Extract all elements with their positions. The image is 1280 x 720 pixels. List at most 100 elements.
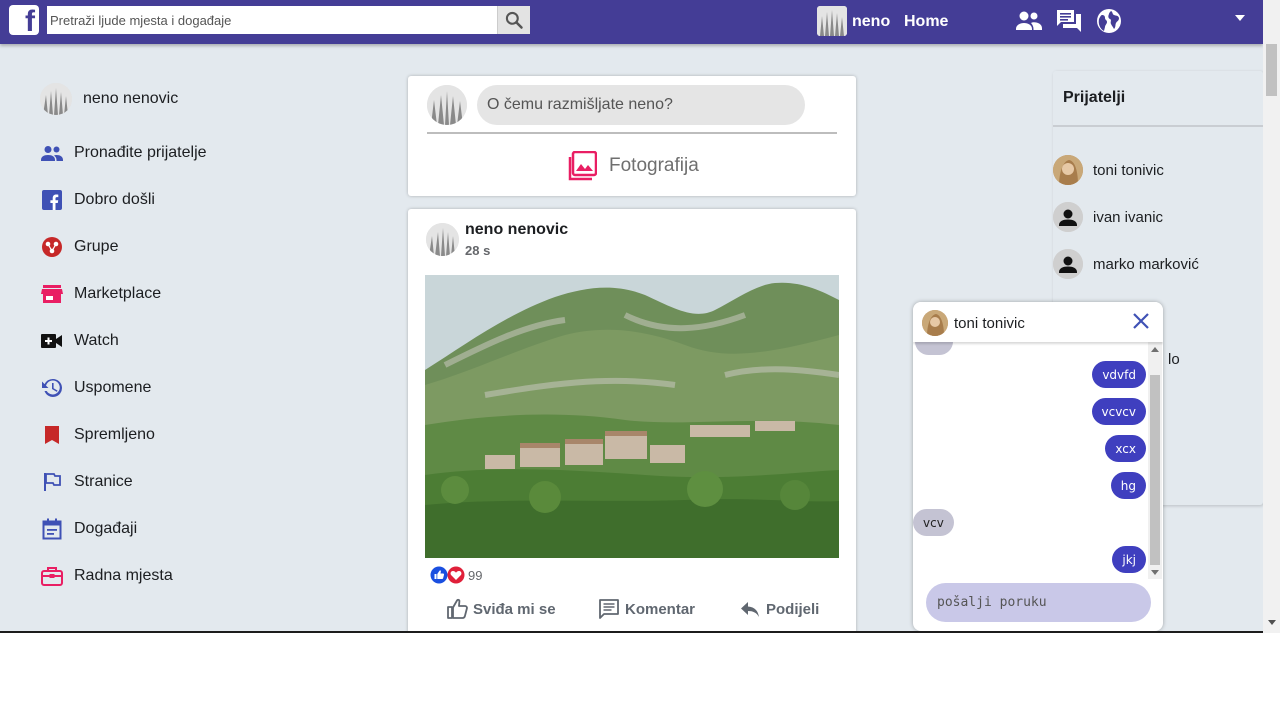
comment-icon	[597, 597, 621, 621]
scroll-thumb[interactable]	[1266, 44, 1277, 96]
default-avatar-icon	[1053, 202, 1083, 232]
sidebar-item-label: Stranice	[74, 472, 133, 490]
search-button[interactable]	[497, 6, 530, 34]
avatar	[922, 310, 948, 336]
sidebar-item-find-friends[interactable]: Pronađite prijatelje	[40, 129, 340, 176]
friend-item[interactable]: ivan ivanic	[1053, 202, 1163, 232]
notifications-button[interactable]	[1096, 8, 1122, 34]
chat-title[interactable]: toni tonivic	[954, 315, 1025, 332]
friends-icon	[1016, 11, 1042, 30]
facebook-logo[interactable]: f	[9, 5, 39, 35]
message-input[interactable]	[926, 583, 1151, 622]
composer-input[interactable]: O čemu razmišljate neno?	[477, 85, 805, 125]
page-scrollbar[interactable]	[1263, 0, 1280, 633]
scroll-thumb[interactable]	[1150, 375, 1160, 565]
scroll-up-arrow[interactable]	[1151, 347, 1159, 352]
photo-button[interactable]: Fotografija	[566, 150, 699, 181]
calendar-icon	[40, 517, 64, 541]
sidebar-item-watch[interactable]: Watch	[40, 317, 340, 364]
chat-scrollbar[interactable]	[1148, 342, 1162, 579]
avatar	[40, 83, 72, 115]
friend-name: toni tonivic	[1093, 161, 1164, 179]
friend-item-partial[interactable]: lo	[1168, 344, 1180, 374]
friend-name: lo	[1168, 350, 1180, 368]
search-icon	[505, 11, 523, 29]
search-input[interactable]	[47, 6, 497, 34]
comment-label: Komentar	[625, 600, 696, 618]
sidebar-item-label: Grupe	[74, 237, 119, 255]
like-button[interactable]: Sviđa mi se	[445, 597, 556, 621]
close-chat-button[interactable]	[1131, 311, 1151, 331]
message-bubble: vdvfd	[1092, 361, 1146, 388]
sidebar-item-jobs[interactable]: Radna mjesta	[40, 552, 340, 599]
dropdown-caret-icon[interactable]	[1235, 15, 1245, 21]
sidebar-item-label: Marketplace	[74, 284, 162, 302]
photo-button-label: Fotografija	[609, 155, 699, 176]
love-reaction-icon	[447, 566, 465, 584]
scroll-down-arrow[interactable]	[1268, 620, 1276, 625]
sidebar-item-marketplace[interactable]: Marketplace	[40, 270, 340, 317]
friends-header: Prijatelji	[1053, 71, 1263, 127]
profile-avatar[interactable]	[817, 6, 847, 36]
close-icon	[1133, 313, 1149, 329]
friend-name: ivan ivanic	[1093, 208, 1164, 226]
post-actions: Sviđa mi se Komentar Podijeli	[408, 597, 856, 623]
post-author[interactable]: neno nenovic	[465, 221, 568, 239]
friend-name: marko marković	[1093, 255, 1199, 273]
globe-icon	[1097, 9, 1121, 33]
sidebar-item-label: Spremljeno	[74, 425, 155, 443]
feed-post: neno nenovic 28 s 99 Sviđa mi se Komenta…	[408, 209, 856, 633]
sidebar-profile-name: neno nenovic	[83, 90, 179, 107]
sidebar-item-label: Događaji	[74, 519, 138, 537]
friends-icon	[40, 141, 64, 165]
sidebar-item-memories[interactable]: Uspomene	[40, 364, 340, 411]
friend-item[interactable]: toni tonivic	[1053, 155, 1164, 185]
sidebar-item-label: Watch	[74, 331, 119, 349]
avatar	[427, 85, 467, 125]
history-icon	[40, 376, 64, 400]
sidebar-item-label: Uspomene	[74, 378, 152, 396]
thumbs-up-icon	[445, 597, 469, 621]
top-navbar: f neno Home	[0, 0, 1263, 44]
messages-icon	[1057, 10, 1081, 32]
facebook-icon	[40, 188, 64, 212]
composer-divider	[427, 132, 837, 134]
post-timestamp[interactable]: 28 s	[465, 243, 490, 258]
reaction-count: 99	[468, 567, 483, 583]
messages-button[interactable]	[1056, 8, 1082, 34]
chat-header: toni tonivic	[913, 302, 1163, 342]
like-label: Sviđa mi se	[473, 600, 556, 618]
profile-name-link[interactable]: neno	[852, 13, 890, 31]
post-photo[interactable]	[425, 275, 839, 558]
reaction-summary[interactable]: 99	[430, 565, 482, 585]
briefcase-icon	[40, 564, 64, 588]
share-button[interactable]: Podijeli	[738, 597, 819, 621]
chat-window: toni tonivic vdvfd vcvcv xcx hg vcv jkj	[913, 302, 1163, 631]
avatar	[1053, 155, 1083, 185]
home-link[interactable]: Home	[904, 13, 948, 31]
flag-icon	[40, 470, 64, 494]
share-label: Podijeli	[766, 600, 820, 618]
photo-icon	[568, 150, 597, 180]
message-bubble: vcv	[913, 509, 954, 536]
bookmark-icon	[40, 423, 64, 447]
post-composer: O čemu razmišljate neno? Fotografija	[408, 76, 856, 196]
sidebar-item-welcome[interactable]: Dobro došli	[40, 176, 340, 223]
sidebar-item-label: Pronađite prijatelje	[74, 143, 207, 161]
sidebar-profile[interactable]: neno nenovic	[40, 82, 340, 116]
message-bubble: vcvcv	[1091, 398, 1146, 425]
message-bubble: hg	[1110, 472, 1146, 499]
store-icon	[40, 282, 64, 306]
sidebar-item-saved[interactable]: Spremljeno	[40, 411, 340, 458]
friends-requests-button[interactable]	[1016, 8, 1042, 34]
share-icon	[738, 597, 762, 621]
scroll-down-arrow[interactable]	[1151, 570, 1159, 575]
sidebar-item-label: Radna mjesta	[74, 566, 173, 584]
left-sidebar: neno nenovic Pronađite prijatelje Dobro …	[40, 82, 340, 599]
sidebar-item-groups[interactable]: Grupe	[40, 223, 340, 270]
avatar[interactable]	[426, 223, 459, 256]
sidebar-item-events[interactable]: Događaji	[40, 505, 340, 552]
sidebar-item-pages[interactable]: Stranice	[40, 458, 340, 505]
friend-item[interactable]: marko marković	[1053, 249, 1199, 279]
comment-button[interactable]: Komentar	[597, 597, 695, 621]
